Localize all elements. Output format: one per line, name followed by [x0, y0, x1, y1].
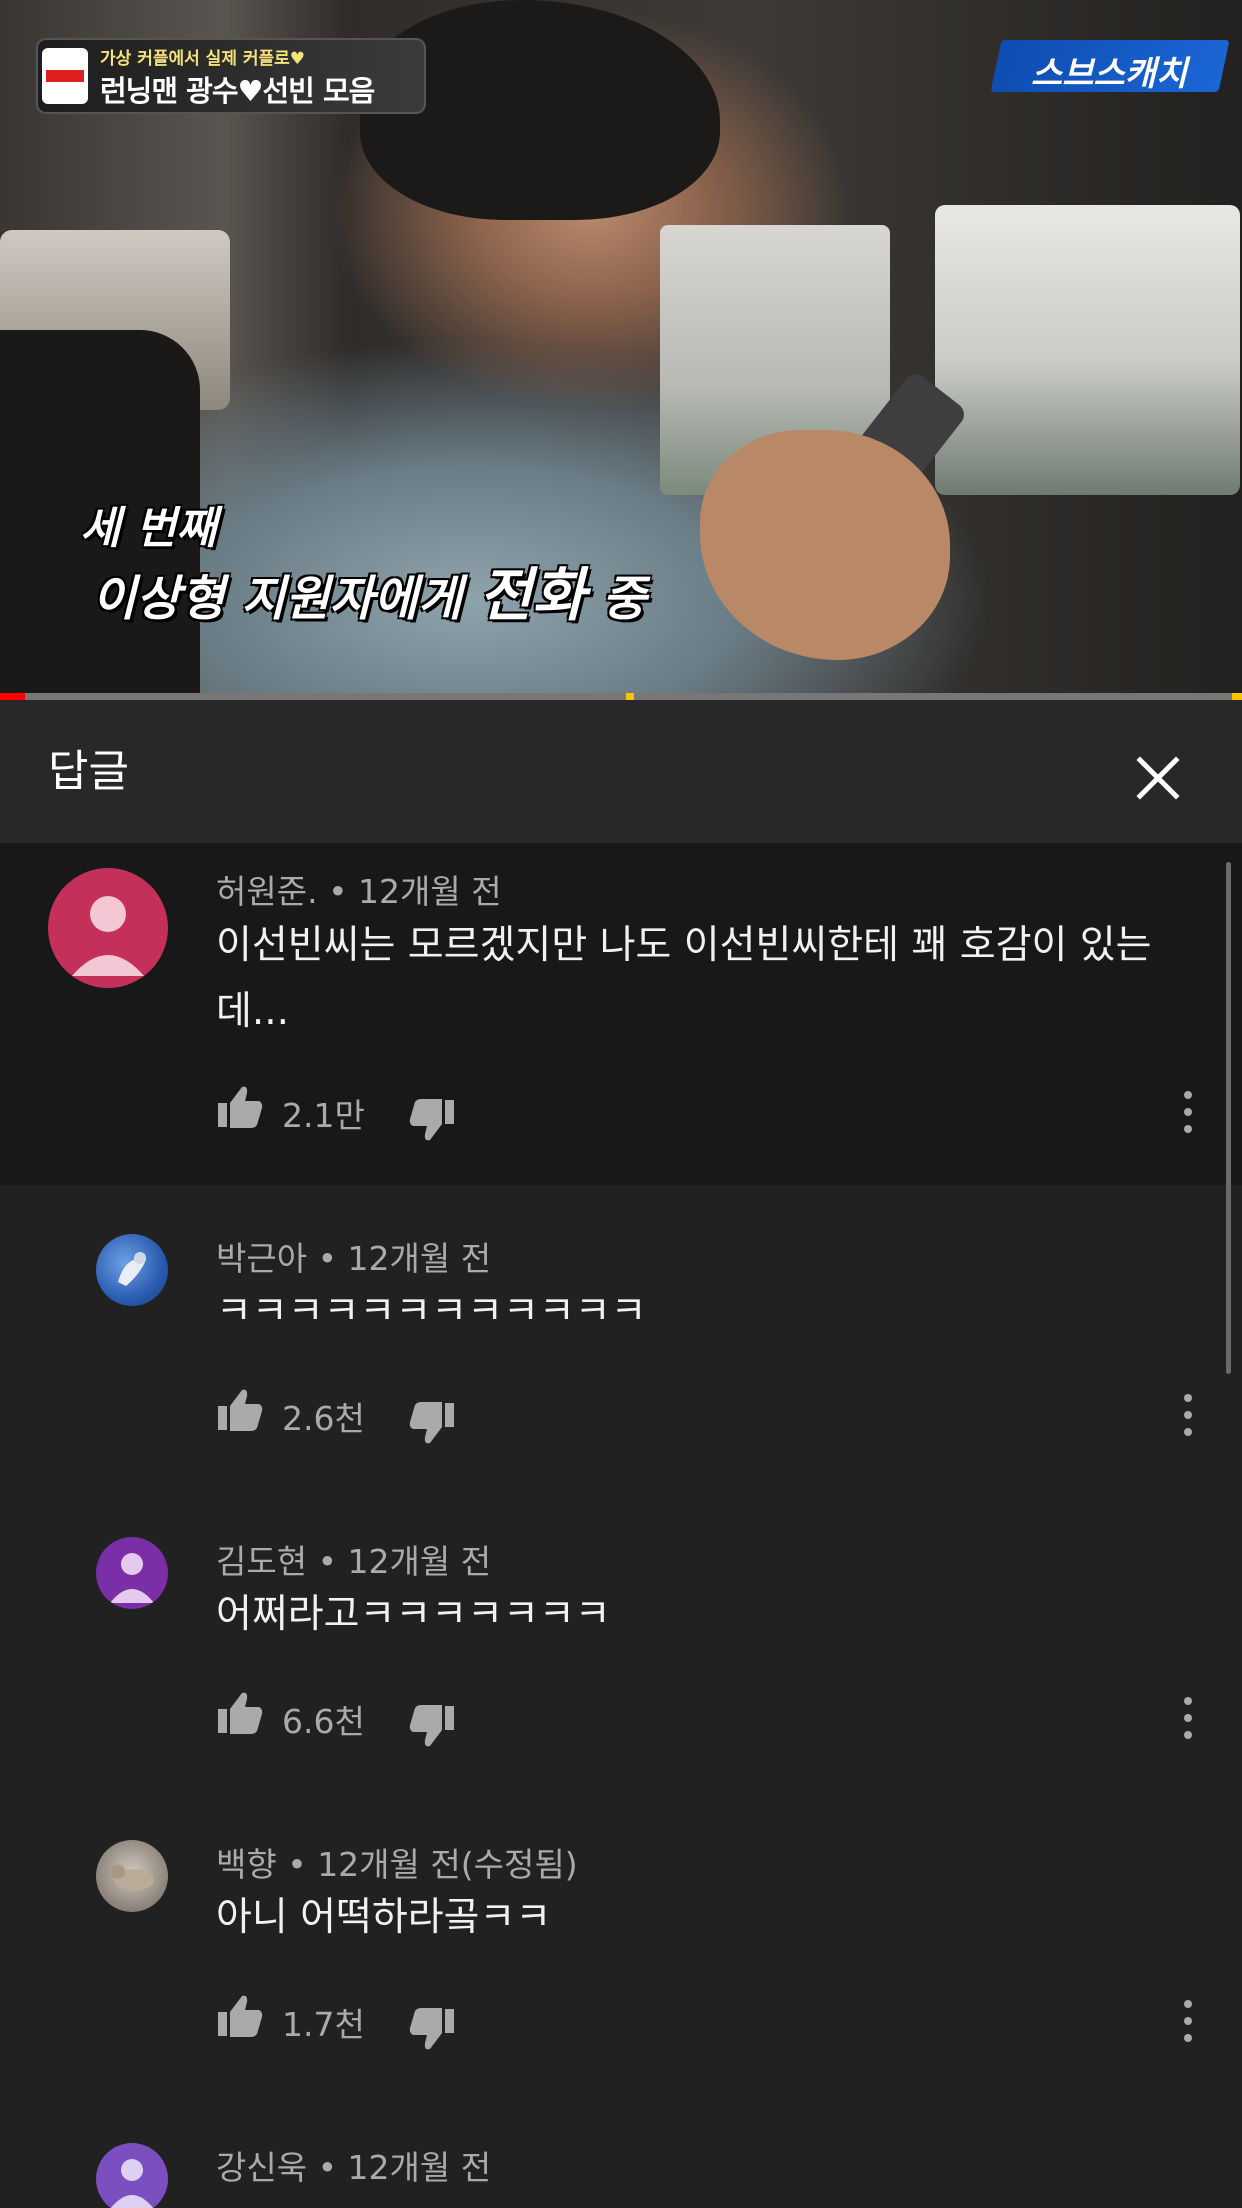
- comment-author[interactable]: 강신욱: [216, 2148, 307, 2187]
- avatar[interactable]: [96, 1537, 168, 1609]
- more-options-button[interactable]: [1176, 1683, 1200, 1753]
- more-dot: [1184, 1125, 1192, 1133]
- subtitle-part-c: 중: [585, 571, 647, 627]
- video-subtitle-line2: 이상형 지원자에게 전화 중: [92, 548, 646, 632]
- subtitle-part-b: 전화: [478, 561, 586, 629]
- more-dot: [1184, 1091, 1192, 1099]
- comment-meta: 허원준. • 12개월 전: [216, 872, 502, 911]
- comment-author[interactable]: 백향: [216, 1845, 277, 1884]
- replies-panel-header: [0, 700, 1242, 845]
- subtitle-part-a: 이상형 지원자에게: [92, 571, 479, 627]
- more-dot: [1184, 1108, 1192, 1116]
- close-button[interactable]: [1120, 740, 1196, 816]
- video-player[interactable]: 가상 커플에서 실제 커플로♥ 런닝맨 광수♥선빈 모음 스브스캐치 세 번째 …: [0, 0, 1242, 700]
- comment-time: 12개월 전(수정됨): [317, 1845, 578, 1884]
- more-dot: [1184, 1411, 1192, 1419]
- video-progress-bar[interactable]: [0, 693, 1242, 700]
- chapter-marker: [626, 693, 634, 700]
- comment-meta: 김도현 • 12개월 전: [216, 1542, 492, 1581]
- comment-time: 12개월 전: [358, 872, 502, 911]
- comment-time: 12개월 전: [347, 2148, 492, 2187]
- more-dot: [1184, 1428, 1192, 1436]
- avatar[interactable]: [96, 1840, 168, 1912]
- avatar[interactable]: [48, 868, 168, 988]
- comment-author[interactable]: 허원준.: [216, 872, 318, 911]
- comment-meta: 강신욱 • 12개월 전: [216, 2148, 492, 2187]
- like-count: 1.7천: [282, 2005, 365, 2044]
- more-dot: [1184, 1731, 1192, 1739]
- comment-meta: 백향 • 12개월 전(수정됨): [216, 1845, 578, 1884]
- channel-logo-text: 스브스캐치: [1030, 54, 1188, 94]
- badge-main-text: 런닝맨 광수♥선빈 모음: [100, 74, 375, 108]
- like-icon[interactable]: [216, 1994, 264, 2038]
- like-count: 2.1만: [282, 1096, 365, 1135]
- dislike-icon[interactable]: [408, 1098, 456, 1142]
- badge-top-text: 가상 커플에서 실제 커플로♥: [100, 49, 306, 69]
- more-options-button[interactable]: [1176, 1077, 1200, 1147]
- more-dot: [1184, 2034, 1192, 2042]
- more-dot: [1184, 1394, 1192, 1402]
- more-options-button[interactable]: [1176, 1986, 1200, 2056]
- channel-logo: 스브스캐치: [990, 40, 1230, 94]
- comment-text: 어쩌라고ㅋㅋㅋㅋㅋㅋㅋ: [216, 1592, 611, 1637]
- comment-text: ㅋㅋㅋㅋㅋㅋㅋㅋㅋㅋㅋㅋ: [216, 1289, 647, 1334]
- dislike-icon[interactable]: [408, 1401, 456, 1445]
- default-avatar-icon: [110, 1553, 154, 1603]
- comment-meta: 박근아 • 12개월 전: [216, 1239, 492, 1278]
- comment-text: 이선빈씨는 모르겠지만 나도 이선빈씨한테 꽤 호감이 있는데...: [216, 923, 1152, 1034]
- comment-author[interactable]: 김도현: [216, 1542, 307, 1581]
- comment-text: 아니 어떡하라곸ㅋㅋ: [216, 1895, 552, 1940]
- progress-played: [0, 693, 25, 700]
- default-avatar-icon: [110, 2159, 154, 2208]
- comment-time: 12개월 전: [347, 1542, 492, 1581]
- parent-comment: 허원준. • 12개월 전 이선빈씨는 모르겠지만 나도 이선빈씨한테 꽤 호감…: [0, 845, 1230, 1185]
- like-icon[interactable]: [216, 1691, 264, 1735]
- badge-pin-icon: [42, 48, 88, 104]
- profile-photo-icon: [118, 1252, 146, 1286]
- dislike-icon[interactable]: [408, 2007, 456, 2051]
- dislike-icon[interactable]: [408, 1704, 456, 1748]
- comment-time: 12개월 전: [347, 1239, 492, 1278]
- chapter-marker: [1232, 693, 1242, 700]
- reply-comment: 강신욱 • 12개월 전: [0, 2099, 1230, 2208]
- reply-comment: 박근아 • 12개월 전 ㅋㅋㅋㅋㅋㅋㅋㅋㅋㅋㅋㅋ 2.6천: [0, 1190, 1230, 1490]
- comment-author[interactable]: 박근아: [216, 1239, 307, 1278]
- video-frame-hand: [700, 430, 950, 660]
- panel-title: 답글: [48, 746, 129, 797]
- more-dot: [1184, 1714, 1192, 1722]
- more-dot: [1184, 2017, 1192, 2025]
- video-subtitle-line1: 세 번째: [80, 503, 217, 554]
- avatar[interactable]: [96, 1234, 168, 1306]
- default-avatar-icon: [72, 896, 144, 976]
- like-icon[interactable]: [216, 1388, 264, 1432]
- avatar[interactable]: [96, 2143, 168, 2208]
- reply-comment: 백향 • 12개월 전(수정됨) 아니 어떡하라곸ㅋㅋ 1.7천: [0, 1796, 1230, 2096]
- more-dot: [1184, 1697, 1192, 1705]
- like-count: 2.6천: [282, 1399, 365, 1438]
- reply-comment: 김도현 • 12개월 전 어쩌라고ㅋㅋㅋㅋㅋㅋㅋ 6.6천: [0, 1493, 1230, 1793]
- like-count: 6.6천: [282, 1702, 365, 1741]
- more-options-button[interactable]: [1176, 1380, 1200, 1450]
- close-icon: [1136, 756, 1180, 800]
- video-title-badge: 가상 커플에서 실제 커플로♥ 런닝맨 광수♥선빈 모음: [36, 38, 426, 114]
- like-icon[interactable]: [216, 1085, 264, 1129]
- video-frame-window-right: [935, 205, 1240, 495]
- profile-photo-icon: [111, 1865, 154, 1891]
- more-dot: [1184, 2000, 1192, 2008]
